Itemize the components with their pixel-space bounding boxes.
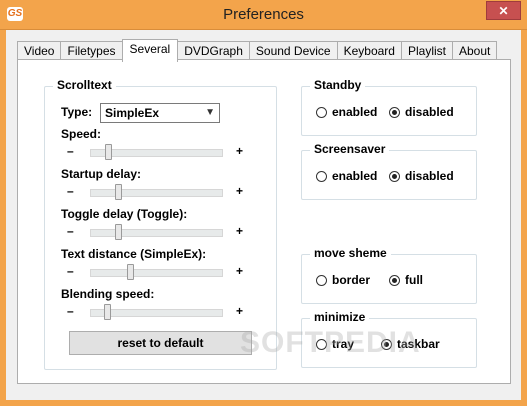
type-select-value: SimpleEx bbox=[105, 106, 160, 120]
tab-dvdgraph[interactable]: DVDGraph bbox=[177, 41, 250, 61]
standby-legend: Standby bbox=[310, 78, 366, 92]
tab-keyboard[interactable]: Keyboard bbox=[336, 41, 402, 61]
minus-icon: – bbox=[67, 144, 74, 158]
radio-label: enabled bbox=[332, 105, 378, 119]
text-distance-slider-thumb[interactable] bbox=[126, 264, 134, 280]
toggle-delay-slider-track[interactable] bbox=[90, 229, 223, 237]
tab-several[interactable]: Several bbox=[121, 39, 179, 62]
text-distance-slider-row: – + bbox=[63, 264, 248, 280]
screensaver-disabled-radio[interactable]: disabled bbox=[389, 169, 454, 183]
speed-label: Speed: bbox=[61, 127, 102, 141]
tab-playlist[interactable]: Playlist bbox=[400, 41, 453, 61]
standby-disabled-radio[interactable]: disabled bbox=[389, 105, 454, 119]
startup-delay-slider-track[interactable] bbox=[90, 189, 223, 197]
window-title: Preferences bbox=[223, 6, 304, 23]
watermark: SOFTPEDIA bbox=[240, 326, 421, 359]
screensaver-legend: Screensaver bbox=[310, 142, 390, 156]
chevron-down-icon: ▼ bbox=[205, 107, 215, 118]
plus-icon: + bbox=[236, 264, 244, 278]
tab-video[interactable]: Video bbox=[17, 41, 62, 61]
blending-speed-label: Blending speed: bbox=[61, 287, 155, 301]
text-distance-slider-track[interactable] bbox=[90, 269, 223, 277]
minus-icon: – bbox=[67, 264, 74, 278]
tab-about[interactable]: About bbox=[452, 41, 498, 61]
type-select[interactable]: SimpleEx ▼ bbox=[100, 103, 220, 123]
text-distance-label: Text distance (SimpleEx): bbox=[61, 247, 207, 261]
plus-icon: + bbox=[236, 304, 244, 318]
startup-delay-slider-row: – + bbox=[63, 184, 248, 200]
blending-speed-slider-row: – + bbox=[63, 304, 248, 320]
radio-label: full bbox=[405, 273, 423, 287]
radio-label: border bbox=[332, 273, 371, 287]
minus-icon: – bbox=[67, 184, 74, 198]
blending-speed-slider-thumb[interactable] bbox=[103, 304, 111, 320]
startup-delay-slider-thumb[interactable] bbox=[115, 184, 123, 200]
reset-to-default-button[interactable]: reset to default bbox=[69, 331, 252, 355]
tab-filetypes[interactable]: Filetypes bbox=[60, 41, 123, 61]
close-button[interactable]: ✕ bbox=[486, 1, 521, 20]
move-scheme-full-radio[interactable]: full bbox=[389, 273, 423, 287]
radio-label: disabled bbox=[405, 105, 454, 119]
startup-delay-label: Startup delay: bbox=[61, 167, 142, 181]
speed-slider-thumb[interactable] bbox=[105, 144, 113, 160]
radio-icon bbox=[316, 170, 327, 182]
radio-icon bbox=[389, 170, 400, 182]
toggle-delay-slider-row: – + bbox=[63, 224, 248, 240]
radio-label: enabled bbox=[332, 169, 378, 183]
radio-icon bbox=[389, 106, 400, 118]
scrolltext-legend: Scrolltext bbox=[53, 78, 116, 92]
standby-enabled-radio[interactable]: enabled bbox=[316, 105, 377, 119]
title-bar: GS Preferences ✕ bbox=[0, 0, 527, 30]
tab-sound-device[interactable]: Sound Device bbox=[248, 41, 338, 61]
screensaver-enabled-radio[interactable]: enabled bbox=[316, 169, 377, 183]
type-label: Type: bbox=[61, 105, 93, 119]
tab-bar: Video Filetypes Several DVDGraph Sound D… bbox=[17, 39, 498, 62]
radio-icon bbox=[316, 106, 327, 118]
toggle-delay-slider-thumb[interactable] bbox=[115, 224, 123, 240]
move-scheme-border-radio[interactable]: border bbox=[316, 273, 370, 287]
plus-icon: + bbox=[236, 184, 244, 198]
minus-icon: – bbox=[67, 304, 74, 318]
plus-icon: + bbox=[236, 224, 244, 238]
toggle-delay-label: Toggle delay (Toggle): bbox=[61, 207, 188, 221]
radio-icon bbox=[389, 274, 400, 286]
speed-slider-row: – + bbox=[63, 144, 248, 160]
plus-icon: + bbox=[236, 144, 244, 158]
radio-label: disabled bbox=[405, 169, 454, 183]
minus-icon: – bbox=[67, 224, 74, 238]
radio-icon bbox=[316, 274, 327, 286]
move-scheme-legend: move sheme bbox=[310, 246, 391, 260]
minimize-legend: minimize bbox=[310, 310, 370, 324]
